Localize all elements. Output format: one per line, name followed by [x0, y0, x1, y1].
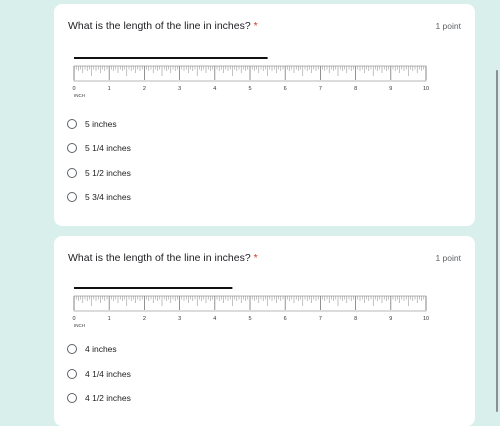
question-title-text: What is the length of the line in inches… — [68, 252, 251, 264]
option-label: 5 1/4 inches — [85, 143, 131, 153]
ruler-figure: 0 1 2 3 4 5 6 7 8 9 10 INCH — [68, 54, 430, 99]
ruler-number: 10 — [423, 316, 429, 322]
ruler-number: 8 — [354, 316, 357, 322]
ruler-number: 2 — [143, 316, 146, 322]
ruler-number: 0 — [72, 86, 75, 92]
radio-button[interactable] — [67, 119, 77, 129]
ruler-number: 8 — [354, 86, 357, 92]
required-asterisk: * — [253, 252, 258, 264]
ruler-number: 0 — [72, 316, 75, 322]
option-label: 4 inches — [85, 344, 117, 354]
question-title: What is the length of the line in inches… — [68, 252, 258, 264]
radio-button[interactable] — [67, 344, 77, 354]
ruler-ticks — [73, 66, 427, 80]
ruler-number: 4 — [213, 86, 216, 92]
points-label: 1 point — [435, 21, 461, 31]
required-asterisk: * — [253, 20, 258, 32]
question-title: What is the length of the line in inches… — [68, 20, 258, 32]
option-label: 4 1/4 inches — [85, 369, 131, 379]
option-label: 5 inches — [85, 119, 117, 129]
option-4-1-2-inches[interactable]: 4 1/2 inches — [67, 393, 131, 403]
ruler-number: 1 — [108, 316, 111, 322]
radio-button[interactable] — [67, 143, 77, 153]
ruler-number: 5 — [248, 316, 251, 322]
option-5-1-4-inches[interactable]: 5 1/4 inches — [67, 143, 131, 153]
option-4-inches[interactable]: 4 inches — [67, 344, 117, 354]
ruler-figure: 0 1 2 3 4 5 6 7 8 9 10 INCH — [68, 284, 430, 329]
option-4-1-4-inches[interactable]: 4 1/4 inches — [67, 369, 131, 379]
ruler-number: 6 — [284, 316, 287, 322]
ruler-number: 7 — [319, 86, 322, 92]
option-5-1-2-inches[interactable]: 5 1/2 inches — [67, 168, 131, 178]
radio-button[interactable] — [67, 369, 77, 379]
ruler-number: 10 — [423, 86, 429, 92]
radio-button[interactable] — [67, 168, 77, 178]
ruler-number: 1 — [108, 86, 111, 92]
radio-button[interactable] — [67, 192, 77, 202]
ruler-number: 7 — [319, 316, 322, 322]
ruler-number: 3 — [178, 86, 181, 92]
ruler-number: 6 — [284, 86, 287, 92]
option-label: 5 1/2 inches — [85, 168, 131, 178]
option-label: 5 3/4 inches — [85, 192, 131, 202]
ruler-ticks — [73, 296, 427, 310]
ruler-number: 2 — [143, 86, 146, 92]
option-5-inches[interactable]: 5 inches — [67, 119, 117, 129]
ruler-number: 3 — [178, 316, 181, 322]
points-label: 1 point — [435, 253, 461, 263]
page-scrollbar[interactable] — [496, 70, 498, 412]
ruler-number: 5 — [248, 86, 251, 92]
ruler-svg: 0 1 2 3 4 5 6 7 8 9 10 INCH — [72, 57, 429, 98]
ruler-svg: 0 1 2 3 4 5 6 7 8 9 10 INCH — [72, 287, 429, 328]
ruler-number: 9 — [389, 86, 392, 92]
ruler-number: 9 — [389, 316, 392, 322]
option-label: 4 1/2 inches — [85, 393, 131, 403]
ruler-unit-label: INCH — [74, 323, 85, 328]
ruler-number: 4 — [213, 316, 216, 322]
question-title-text: What is the length of the line in inches… — [68, 20, 251, 32]
ruler-unit-label: INCH — [74, 93, 85, 98]
radio-button[interactable] — [67, 393, 77, 403]
question-card-1: What is the length of the line in inches… — [54, 4, 475, 226]
question-card-2: What is the length of the line in inches… — [54, 236, 475, 426]
option-5-3-4-inches[interactable]: 5 3/4 inches — [67, 192, 131, 202]
